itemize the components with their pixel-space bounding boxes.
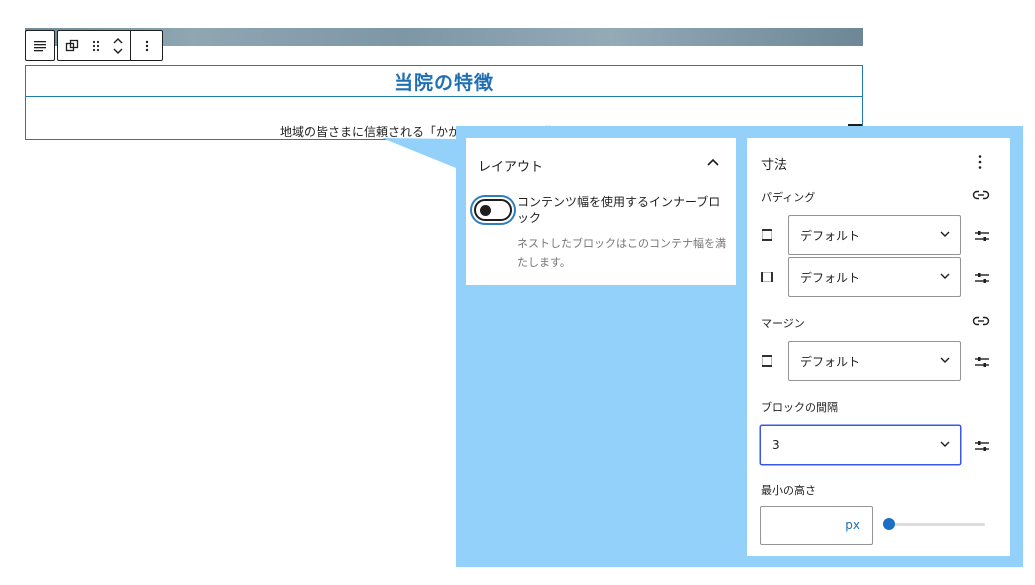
chevron-down-icon [940, 357, 950, 363]
min-height-input[interactable]: px [760, 506, 873, 545]
padding-vertical-value: デフォルト [800, 228, 861, 243]
chevron-down-icon [940, 273, 950, 279]
min-height-unit-select[interactable]: px [845, 518, 860, 532]
margin-vertical-side-icon [762, 355, 772, 367]
margin-link-icon[interactable] [972, 314, 990, 328]
layout-panel-title[interactable]: レイアウト [478, 156, 543, 175]
margin-custom-icon[interactable] [974, 355, 990, 369]
padding-label: パディング [761, 191, 816, 204]
padding-vertical-select[interactable]: デフォルト [788, 215, 961, 255]
min-height-slider-track[interactable] [888, 523, 985, 526]
margin-value: デフォルト [800, 354, 861, 369]
padding-link-icon[interactable] [972, 188, 990, 202]
margin-select[interactable]: デフォルト [788, 341, 961, 381]
chevron-up-icon[interactable] [706, 157, 720, 167]
margin-label: マージン [761, 317, 805, 330]
block-spacing-label: ブロックの間隔 [761, 401, 838, 414]
min-height-label: 最小の高さ [761, 484, 816, 497]
padding-vertical-side-icon [762, 229, 772, 241]
toggle-knob [480, 205, 491, 216]
chevron-down-icon [940, 441, 950, 447]
block-spacing-select[interactable]: 3 [760, 425, 961, 465]
chevron-down-icon [940, 231, 950, 237]
padding-horizontal-side-icon [761, 272, 773, 282]
padding-horizontal-select[interactable]: デフォルト [788, 257, 961, 297]
min-height-slider-thumb[interactable] [883, 518, 895, 530]
toggle-label[interactable]: コンテンツ幅を使用するインナーブロック [517, 194, 731, 226]
dimensions-options-icon[interactable] [978, 154, 982, 170]
block-spacing-custom-icon[interactable] [974, 439, 990, 453]
inner-blocks-toggle[interactable] [474, 199, 512, 221]
padding-horizontal-custom-icon[interactable] [974, 271, 990, 285]
padding-vertical-custom-icon[interactable] [974, 229, 990, 243]
toggle-help-text: ネストしたブロックはこのコンテナ幅を満たします。 [517, 237, 726, 269]
dimensions-panel-title: 寸法 [761, 158, 788, 173]
padding-horizontal-value: デフォルト [800, 270, 861, 285]
block-spacing-value: 3 [772, 438, 780, 452]
